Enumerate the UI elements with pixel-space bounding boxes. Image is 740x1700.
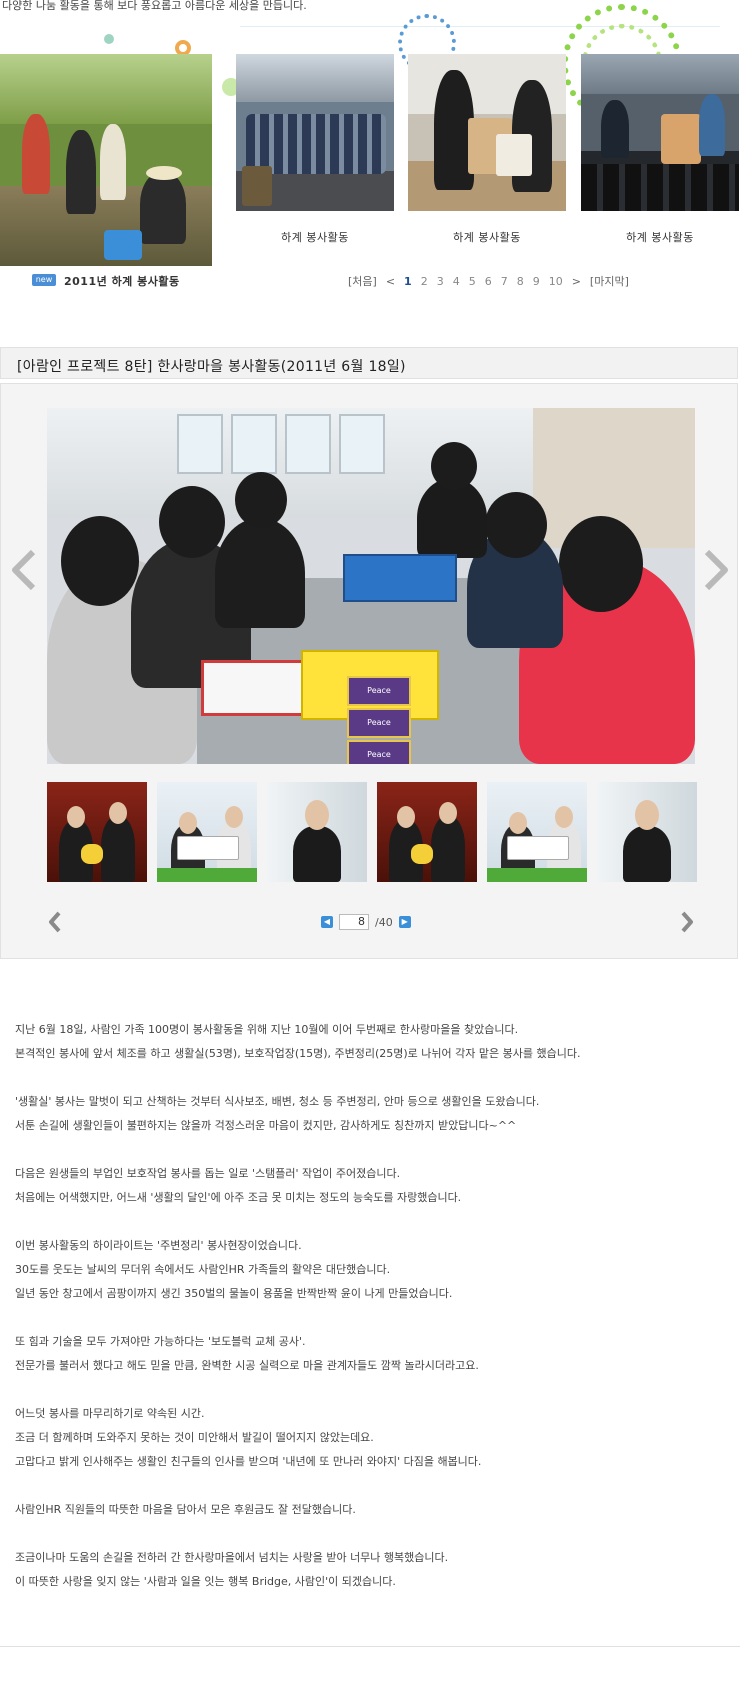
album-thumbnail-3[interactable] xyxy=(581,54,739,211)
pagination-page[interactable]: 7 xyxy=(501,275,508,288)
album-pagination: [처음] < 1 2 3 4 5 6 7 8 9 10 > [마지막] xyxy=(348,273,629,289)
small-next-arrow-icon[interactable] xyxy=(679,910,695,934)
article-line: '생활실' 봉사는 말벗이 되고 산책하는 것부터 식사보조, 배변, 청소 등… xyxy=(15,1095,540,1108)
article-paragraph: 다음은 원생들의 부업인 보호작업 봉사를 돕는 일로 '스탬플러' 작업이 주… xyxy=(15,1162,715,1210)
current-photo-input[interactable]: 8 xyxy=(339,914,369,930)
pagination-page[interactable]: 3 xyxy=(437,275,444,288)
pagination-page[interactable]: 9 xyxy=(533,275,540,288)
thumbnail[interactable] xyxy=(487,782,587,882)
article-title: [아람인 프로젝트 8탄] 한사랑마을 봉사활동(2011년 6월 18일) xyxy=(17,359,406,375)
decorative-dot xyxy=(104,34,114,44)
small-prev-arrow-icon[interactable] xyxy=(47,910,63,934)
article-paragraph: 이번 봉사활동의 하이라이트는 '주변정리' 봉사현장이었습니다. 30도를 웃… xyxy=(15,1234,715,1306)
featured-album-caption[interactable]: 2011년 하계 봉사활동 xyxy=(64,273,180,289)
pagination-last[interactable]: [마지막] xyxy=(590,273,629,289)
photo-counter: ◀ 8 /40 ▶ xyxy=(321,914,411,930)
article-line: 서툰 손길에 생활인들이 불편하지는 않을까 걱정스러운 마음이 컸지만, 감사… xyxy=(15,1119,517,1132)
pagination-page[interactable]: 5 xyxy=(469,275,476,288)
photo-viewer: Peace Peace Peace ◀ 8 /40 ▶ xyxy=(0,383,738,959)
album-caption-3[interactable]: 하계 봉사활동 xyxy=(581,229,739,245)
pagination-page[interactable]: 4 xyxy=(453,275,460,288)
article-line: 다음은 원생들의 부업인 보호작업 봉사를 돕는 일로 '스탬플러' 작업이 주… xyxy=(15,1167,401,1180)
article-line: 전문가를 불러서 했다고 해도 믿을 만큼, 완벽한 시공 실력으로 마을 관계… xyxy=(15,1359,479,1372)
article-line: 조금이나마 도움의 손길을 전하러 간 한사랑마을에서 넘치는 사랑을 받아 너… xyxy=(15,1551,449,1564)
article-paragraph: 어느덧 봉사를 마무리하기로 약속된 시간. 조금 더 함께하며 도와주지 못하… xyxy=(15,1402,715,1474)
article-body: 지난 6월 18일, 사람인 가족 100명이 봉사활동을 위해 지난 10월에… xyxy=(15,1018,715,1618)
article-line: 또 힘과 기술을 모두 가져야만 가능하다는 '보도블럭 교체 공사'. xyxy=(15,1335,306,1348)
article-line: 본격적인 봉사에 앞서 체조를 하고 생활실(53명), 보호작업장(15명),… xyxy=(15,1047,581,1060)
pagination-page[interactable]: 10 xyxy=(549,275,563,288)
next-page-button-icon[interactable]: ▶ xyxy=(398,916,411,928)
pagination-prev[interactable]: < xyxy=(386,275,395,288)
article-line: 30도를 웃도는 날씨의 무더위 속에서도 사람인HR 가족들의 활약은 대단했… xyxy=(15,1263,391,1276)
article-paragraph: 또 힘과 기술을 모두 가져야만 가능하다는 '보도블럭 교체 공사'. 전문가… xyxy=(15,1330,715,1378)
album-caption-1[interactable]: 하계 봉사활동 xyxy=(236,229,394,245)
stapler-pack-label: Peace xyxy=(347,676,411,706)
article-paragraph: 조금이나마 도움의 손길을 전하러 간 한사랑마을에서 넘치는 사랑을 받아 너… xyxy=(15,1546,715,1594)
article-line: 사람인HR 직원들의 따뜻한 마음을 담아서 모은 후원금도 잘 전달했습니다. xyxy=(15,1503,356,1516)
pagination-page[interactable]: 8 xyxy=(517,275,524,288)
next-arrow-icon[interactable] xyxy=(701,548,731,592)
article-paragraph: 사람인HR 직원들의 따뜻한 마음을 담아서 모은 후원금도 잘 전달했습니다. xyxy=(15,1498,715,1522)
bottom-divider xyxy=(0,1646,740,1647)
main-photo: Peace Peace Peace xyxy=(47,408,695,764)
article-paragraph: 지난 6월 18일, 사람인 가족 100명이 봉사활동을 위해 지난 10월에… xyxy=(15,1018,715,1066)
thumbnail-strip xyxy=(47,782,697,882)
thumbnail[interactable] xyxy=(377,782,477,882)
pagination-page[interactable]: 2 xyxy=(421,275,428,288)
article-title-bar: [아람인 프로젝트 8탄] 한사랑마을 봉사활동(2011년 6월 18일) xyxy=(0,347,738,379)
article-line: 지난 6월 18일, 사람인 가족 100명이 봉사활동을 위해 지난 10월에… xyxy=(15,1023,519,1036)
album-thumbnail-1[interactable] xyxy=(236,54,394,211)
thumbnail[interactable] xyxy=(597,782,697,882)
article-line: 이번 봉사활동의 하이라이트는 '주변정리' 봉사현장이었습니다. xyxy=(15,1239,302,1252)
article-line: 이 따뜻한 사랑을 잊지 않는 '사람과 일을 잇는 행복 Bridge, 사람… xyxy=(15,1575,396,1588)
pagination-page-current[interactable]: 1 xyxy=(404,275,412,288)
article-paragraph: '생활실' 봉사는 말벗이 되고 산책하는 것부터 식사보조, 배변, 청소 등… xyxy=(15,1090,715,1138)
stapler-pack-label: Peace xyxy=(347,740,411,764)
article-line: 고맙다고 밝게 인사해주는 생활인 친구들의 인사를 받으며 '내년에 또 만나… xyxy=(15,1455,482,1468)
new-badge: new xyxy=(32,274,56,286)
article-line: 어느덧 봉사를 마무리하기로 약속된 시간. xyxy=(15,1407,205,1420)
article-line: 일년 동안 창고에서 곰팡이까지 생긴 350벌의 물놀이 용품을 반짝반짝 윤… xyxy=(15,1287,453,1300)
thumbnail[interactable] xyxy=(157,782,257,882)
article-line: 조금 더 함께하며 도와주지 못하는 것이 미안해서 발길이 떨어지지 않았는데… xyxy=(15,1431,374,1444)
featured-album-photo[interactable] xyxy=(0,54,212,266)
pagination-next[interactable]: > xyxy=(572,275,581,288)
stapler-pack-label: Peace xyxy=(347,708,411,738)
pagination-page[interactable]: 6 xyxy=(485,275,492,288)
pagination-first[interactable]: [처음] xyxy=(348,273,377,289)
album-thumbnail-2[interactable] xyxy=(408,54,566,211)
thumbnail[interactable] xyxy=(267,782,367,882)
prev-arrow-icon[interactable] xyxy=(9,548,39,592)
album-caption-2[interactable]: 하계 봉사활동 xyxy=(408,229,566,245)
article-line: 처음에는 어색했지만, 어느새 '생활의 달인'에 아주 조금 못 미치는 정도… xyxy=(15,1191,462,1204)
thumbnail[interactable] xyxy=(47,782,147,882)
total-photos: /40 xyxy=(375,915,393,929)
prev-page-button-icon[interactable]: ◀ xyxy=(321,916,333,928)
